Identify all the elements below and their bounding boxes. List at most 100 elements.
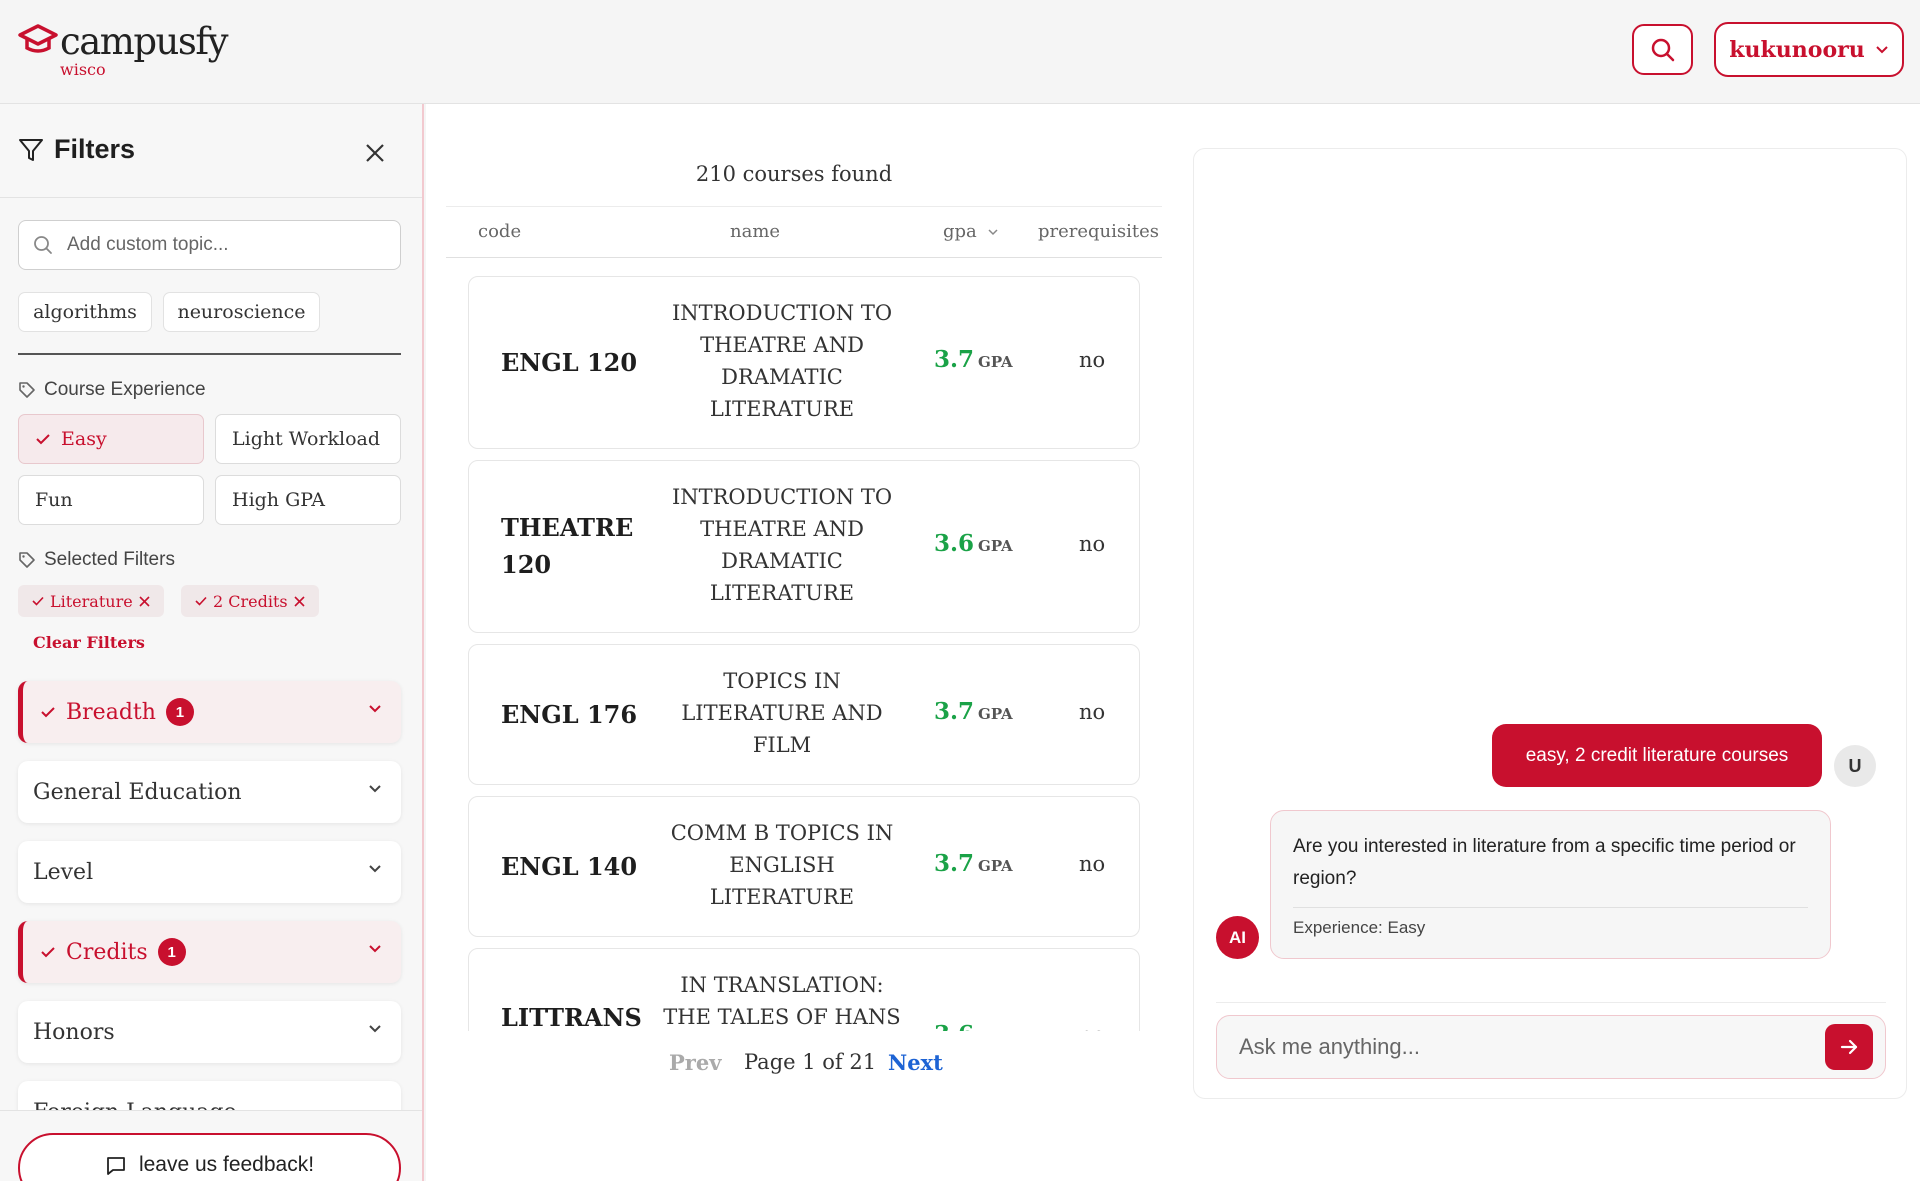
chat-input-box[interactable] — [1216, 1015, 1886, 1079]
course-code: LITTRANS — [501, 1003, 642, 1031]
experience-high-gpa[interactable]: High GPA — [215, 475, 401, 525]
ai-message-meta: Experience: Easy — [1293, 918, 1426, 937]
column-gpa[interactable]: gpa — [943, 221, 999, 242]
chat-input[interactable] — [1239, 1034, 1799, 1060]
chevron-down-icon — [369, 1025, 381, 1033]
accordion-general-education[interactable]: General Education — [18, 761, 401, 823]
top-header: campusfy wisco kukunooru — [0, 0, 1920, 104]
course-name: INTRODUCTION TO THEATRE AND DRAMATIC LIT… — [671, 301, 893, 421]
chevron-down-icon — [369, 705, 381, 713]
selected-filters-label: Selected Filters — [18, 549, 175, 571]
ai-avatar: AI — [1216, 916, 1259, 959]
chevron-down-icon — [369, 865, 381, 873]
topic-chip-algorithms[interactable]: algorithms — [18, 292, 152, 332]
course-name: INTRODUCTION TO THEATRE AND DRAMATIC LIT… — [671, 485, 893, 605]
chevron-down-icon — [987, 229, 998, 236]
logo-name: campusfy — [60, 20, 228, 63]
close-icon[interactable] — [360, 138, 390, 168]
check-icon — [41, 707, 55, 718]
filters-header: Filters — [0, 104, 422, 198]
filters-title: Filters — [54, 134, 136, 164]
custom-topic-field[interactable] — [18, 220, 401, 270]
divider — [1216, 1002, 1886, 1003]
course-gpa: 3.7 GPA — [934, 346, 1013, 373]
accordion-credits[interactable]: Credits 1 — [18, 921, 401, 983]
course-code: THEATRE 120 — [501, 513, 634, 579]
chevron-down-icon — [369, 785, 381, 793]
course-gpa: 3.7 GPA — [934, 850, 1013, 877]
search-icon — [34, 236, 52, 254]
column-code[interactable]: code — [478, 221, 521, 242]
course-row[interactable]: LITTRANS IN TRANSLATION: THE TALES OF HA… — [468, 948, 1140, 1031]
experience-easy[interactable]: Easy — [18, 414, 204, 464]
tag-icon — [19, 552, 35, 568]
course-gpa: 3.7 GPA — [934, 698, 1013, 725]
selected-filter-literature[interactable]: Literature — [18, 585, 164, 617]
course-gpa: 3.6GPA — [934, 530, 1013, 557]
course-row[interactable]: THEATRE 120 INTRODUCTION TO THEATRE AND … — [468, 460, 1140, 633]
topic-chip-neuroscience[interactable]: neuroscience — [163, 292, 320, 332]
count-badge: 1 — [157, 938, 186, 966]
course-experience-label: Course Experience — [18, 379, 206, 401]
next-page-button[interactable]: Next — [888, 1050, 943, 1075]
ai-message-text: Are you interested in literature from a … — [1293, 836, 1796, 889]
divider — [1293, 907, 1808, 908]
course-code: ENGL 140 — [501, 852, 638, 881]
message-icon — [107, 1157, 125, 1175]
logo[interactable]: campusfy wisco — [18, 20, 228, 80]
column-name[interactable]: name — [730, 221, 780, 242]
logo-subtitle: wisco — [60, 60, 106, 79]
course-code: ENGL 120 — [501, 348, 638, 377]
page-indicator: Page 1 of 21 — [744, 1050, 877, 1074]
course-code: ENGL 176 — [501, 700, 638, 729]
send-button[interactable] — [1825, 1024, 1873, 1070]
search-icon — [1651, 38, 1674, 61]
tag-icon — [19, 382, 35, 398]
experience-light-workload[interactable]: Light Workload — [215, 414, 401, 464]
course-prerequisites: no — [1079, 700, 1106, 724]
course-list: ENGL 120 INTRODUCTION TO THEATRE AND DRA… — [446, 259, 1162, 1031]
course-prerequisites: no — [1079, 1023, 1105, 1031]
user-name: kukunooru — [1729, 36, 1865, 63]
course-name: IN TRANSLATION: THE TALES OF HANS — [663, 973, 901, 1029]
custom-topic-input[interactable] — [67, 234, 367, 256]
clear-filters-link[interactable]: Clear Filters — [33, 633, 145, 652]
course-prerequisites: no — [1079, 348, 1106, 372]
graduation-cap-icon — [18, 24, 58, 53]
divider — [18, 353, 401, 355]
accordion-breadth[interactable]: Breadth 1 — [18, 681, 401, 743]
course-name: COMM B TOPICS IN ENGLISH LITERATURE — [670, 821, 894, 909]
prev-page-button[interactable]: Prev — [669, 1050, 721, 1075]
remove-icon[interactable] — [139, 595, 150, 607]
column-prerequisites[interactable]: prerequisites — [1038, 221, 1159, 242]
feedback-button[interactable]: leave us feedback! — [18, 1133, 401, 1181]
course-row[interactable]: ENGL 176 TOPICS IN LITERATURE AND FILM 3… — [468, 644, 1140, 785]
check-icon — [41, 947, 55, 958]
course-prerequisites: no — [1079, 532, 1106, 556]
filters-sidebar: Filters algorithms neuroscience Course E… — [0, 104, 424, 1181]
filter-icon — [19, 138, 43, 161]
selected-filter-2-credits[interactable]: 2 Credits — [181, 585, 319, 617]
course-prerequisites: no — [1079, 852, 1106, 876]
pagination: Prev Page 1 of 21 Next — [426, 1050, 1162, 1090]
course-name: TOPICS IN LITERATURE AND FILM — [681, 669, 883, 757]
chevron-down-icon — [369, 945, 381, 953]
course-row[interactable]: ENGL 120 INTRODUCTION TO THEATRE AND DRA… — [468, 276, 1140, 449]
experience-fun[interactable]: Fun — [18, 475, 204, 525]
user-avatar: U — [1834, 745, 1876, 787]
course-row[interactable]: ENGL 140 COMM B TOPICS IN ENGLISH LITERA… — [468, 796, 1140, 937]
count-badge: 1 — [165, 698, 194, 726]
user-menu-button[interactable]: kukunooru — [1714, 22, 1904, 77]
course-gpa: 3.6GPA — [934, 1021, 1013, 1031]
check-icon — [195, 596, 207, 606]
chat-panel: easy, 2 credit literature courses U Are … — [1193, 148, 1907, 1099]
table-header: code name gpa prerequisites — [446, 206, 1162, 258]
accordion-honors[interactable]: Honors — [18, 1001, 401, 1063]
arrow-right-icon — [1840, 1039, 1858, 1055]
check-icon — [36, 434, 50, 445]
remove-icon[interactable] — [294, 595, 305, 607]
sidebar-footer: leave us feedback! — [0, 1110, 422, 1181]
accordion-level[interactable]: Level — [18, 841, 401, 903]
search-button[interactable] — [1632, 24, 1693, 75]
user-message: easy, 2 credit literature courses — [1492, 724, 1822, 787]
